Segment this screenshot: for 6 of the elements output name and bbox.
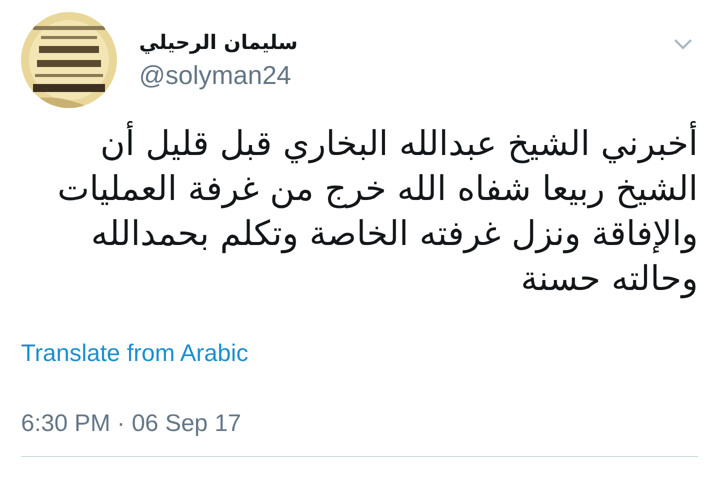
chevron-down-icon[interactable]	[673, 38, 693, 50]
tweet-text: أخبرني الشيخ عبدالله البخاري قبل قليل أن الشيخ ربيعا شفاه الله خرج من غرفة العمليات والإفاقة ونزل غرفته الخاصة وتكلم بحمدالله وحالته حسنة	[18, 122, 698, 302]
author-name: سليمان الرحيلي	[139, 30, 298, 54]
tweet-timestamp: 6:30 PM · 06 Sep 17	[21, 410, 242, 438]
translate-link[interactable]: Translate from Arabic	[21, 340, 248, 368]
author-handle: @solyman24	[139, 60, 292, 91]
